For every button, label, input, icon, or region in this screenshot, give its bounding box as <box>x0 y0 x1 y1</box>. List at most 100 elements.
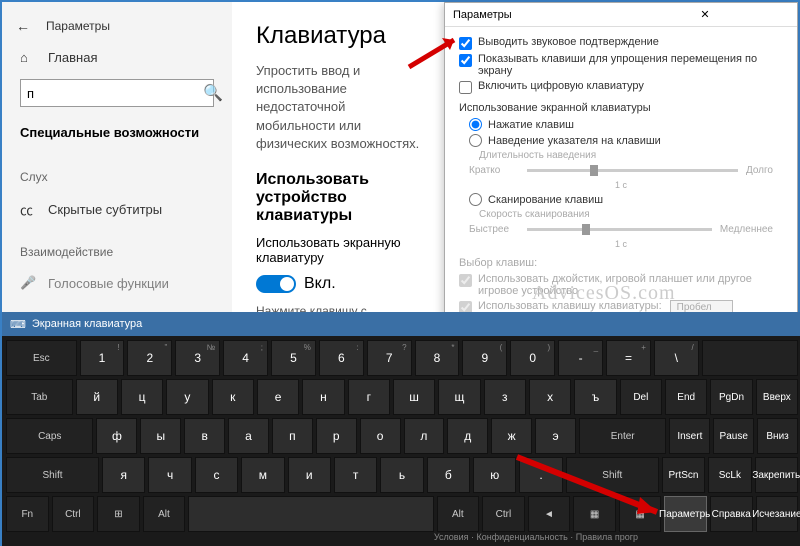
key-ь[interactable]: ь <box>380 457 423 493</box>
key-Ctrl[interactable]: Ctrl <box>52 496 95 532</box>
key-в[interactable]: в <box>184 418 225 454</box>
key-blank[interactable] <box>702 340 798 376</box>
key-б[interactable]: б <box>427 457 470 493</box>
key-.[interactable]: . <box>519 457 562 493</box>
key-д[interactable]: д <box>447 418 488 454</box>
key-ц[interactable]: ц <box>121 379 163 415</box>
key-Alt[interactable]: Alt <box>437 496 480 532</box>
key-м[interactable]: м <box>241 457 284 493</box>
key-Alt[interactable]: Alt <box>143 496 186 532</box>
settings-window: ← Параметры ⌂ Главная 🔍 Специальные возм… <box>2 2 452 312</box>
nav-cc[interactable]: ㏄ Скрытые субтитры <box>2 192 232 227</box>
key-Tab[interactable]: Tab <box>6 379 73 415</box>
key-и[interactable]: и <box>288 457 331 493</box>
key-ScLk[interactable]: ScLk <box>708 457 751 493</box>
key-з[interactable]: з <box>484 379 526 415</box>
key-Caps[interactable]: Caps <box>6 418 93 454</box>
key-ы[interactable]: ы <box>140 418 181 454</box>
key-к[interactable]: к <box>212 379 254 415</box>
radio-click[interactable]: Нажатие клавиш <box>469 118 783 131</box>
radio-hover[interactable]: Наведение указателя на клавиши <box>469 134 783 147</box>
cat-hearing: Слух <box>2 162 232 192</box>
key-я[interactable]: я <box>102 457 145 493</box>
key-Shift[interactable]: Shift <box>566 457 659 493</box>
key--[interactable]: _- <box>558 340 603 376</box>
key-Вверх[interactable]: Вверх <box>756 379 798 415</box>
key-ч[interactable]: ч <box>148 457 191 493</box>
key-н[interactable]: н <box>302 379 344 415</box>
back-button[interactable]: ← <box>16 18 30 34</box>
key-7[interactable]: ?7 <box>367 340 412 376</box>
key-◄[interactable]: ◄ <box>528 496 571 532</box>
osk-toggle[interactable]: Вкл. <box>256 275 428 293</box>
key-п[interactable]: п <box>272 418 313 454</box>
key-щ[interactable]: щ <box>438 379 480 415</box>
chk-sound[interactable]: Выводить звуковое подтверждение <box>459 36 783 50</box>
key-PrtScn[interactable]: PrtScn <box>662 457 705 493</box>
key-8[interactable]: *8 <box>415 340 460 376</box>
key-ю[interactable]: ю <box>473 457 516 493</box>
key-Закрепить[interactable]: Закрепить <box>755 457 798 493</box>
key-PgDn[interactable]: PgDn <box>710 379 752 415</box>
key-а[interactable]: а <box>228 418 269 454</box>
key-Исчезание[interactable]: Исчезание <box>756 496 799 532</box>
key-е[interactable]: е <box>257 379 299 415</box>
key-р[interactable]: р <box>316 418 357 454</box>
toggle-switch[interactable] <box>256 275 296 293</box>
key-т[interactable]: т <box>334 457 377 493</box>
key-г[interactable]: г <box>348 379 390 415</box>
key-Shift[interactable]: Shift <box>6 457 99 493</box>
key-ш[interactable]: ш <box>393 379 435 415</box>
key-у[interactable]: у <box>166 379 208 415</box>
group-usage: Использование экранной клавиатуры <box>459 102 783 114</box>
key-Pause[interactable]: Pause <box>713 418 754 454</box>
key-Справка[interactable]: Справка <box>710 496 753 532</box>
key-й[interactable]: й <box>76 379 118 415</box>
key-Enter[interactable]: Enter <box>579 418 666 454</box>
key-3[interactable]: №3 <box>175 340 220 376</box>
key-Fn[interactable]: Fn <box>6 496 49 532</box>
nav-voice[interactable]: 🎤 Голосовые функции <box>2 267 232 299</box>
search-input[interactable] <box>27 86 203 101</box>
key-Вниз[interactable]: Вниз <box>757 418 798 454</box>
key-Esc[interactable]: Esc <box>6 340 77 376</box>
radio-scan[interactable]: Сканирование клавиш <box>469 193 783 206</box>
key-Ctrl[interactable]: Ctrl <box>482 496 525 532</box>
key-9[interactable]: (9 <box>462 340 507 376</box>
key-с[interactable]: с <box>195 457 238 493</box>
key-0[interactable]: )0 <box>510 340 555 376</box>
close-button[interactable]: ✕ <box>621 8 789 21</box>
key-Insert[interactable]: Insert <box>669 418 710 454</box>
search-box[interactable]: 🔍 <box>20 79 214 107</box>
key-Параметры[interactable]: Параметры <box>664 496 707 532</box>
key-6[interactable]: :6 <box>319 340 364 376</box>
key-ъ[interactable]: ъ <box>574 379 616 415</box>
key-End[interactable]: End <box>665 379 707 415</box>
key-о[interactable]: о <box>360 418 401 454</box>
key-ф[interactable]: ф <box>96 418 137 454</box>
key-▦[interactable]: ▦ <box>619 496 662 532</box>
key-л[interactable]: л <box>404 418 445 454</box>
search-icon: 🔍 <box>203 83 223 103</box>
scan-slider: БыстрееМедленнее <box>469 224 773 235</box>
key-1[interactable]: !1 <box>80 340 125 376</box>
chk-showkeys[interactable]: Показывать клавиши для упрощения перемещ… <box>459 53 783 77</box>
key-\[interactable]: /\ <box>654 340 699 376</box>
key-4[interactable]: ;4 <box>223 340 268 376</box>
key-▦[interactable]: ▦ <box>573 496 616 532</box>
chk-numpad[interactable]: Включить цифровую клавиатуру <box>459 80 783 94</box>
intro-text: Упростить ввод и использование недостато… <box>256 62 428 153</box>
osk-label: Использовать экранную клавиатуру <box>256 235 428 265</box>
key-=[interactable]: += <box>606 340 651 376</box>
key-2[interactable]: "2 <box>127 340 172 376</box>
nav-home[interactable]: ⌂ Главная <box>2 42 232 73</box>
key-5[interactable]: %5 <box>271 340 316 376</box>
key-ж[interactable]: ж <box>491 418 532 454</box>
window-title: Параметры <box>46 19 110 33</box>
key-⊞[interactable]: ⊞ <box>97 496 140 532</box>
key-blank[interactable] <box>188 496 433 532</box>
key-х[interactable]: х <box>529 379 571 415</box>
key-э[interactable]: э <box>535 418 576 454</box>
key-Del[interactable]: Del <box>620 379 662 415</box>
group-keysel: Выбор клавиш: <box>459 257 783 269</box>
